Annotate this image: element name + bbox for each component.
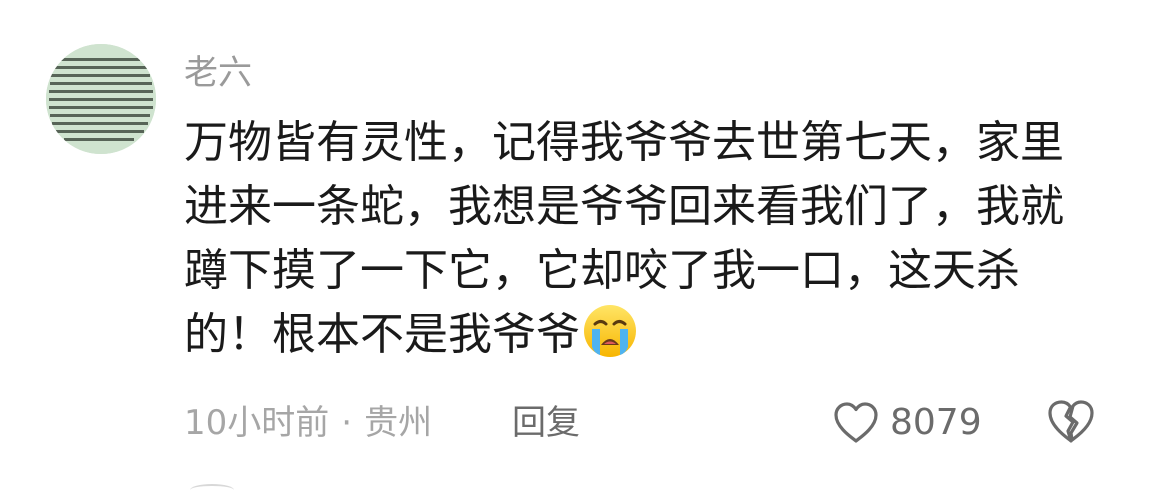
comment-line: 的！根本不是我爷爷 xyxy=(184,309,580,360)
avatar-image xyxy=(46,44,156,154)
meta-separator: · xyxy=(341,403,353,443)
author-name[interactable]: 老六 xyxy=(184,48,252,98)
comment-time: 10小时前 xyxy=(184,403,330,443)
comment-item: 老六 万物皆有灵性，记得我爷爷去世第七天，家里 进来一条蛇，我想是爷爷回来看我们… xyxy=(0,0,1152,489)
dislike-button[interactable] xyxy=(1046,398,1096,446)
comment-line-last: 的！根本不是我爷爷 xyxy=(184,303,1124,367)
comment-meta: 10小时前 · 贵州 xyxy=(184,398,432,448)
comment-line: 万物皆有灵性，记得我爷爷去世第七天，家里 xyxy=(184,117,1064,168)
comment-location: 贵州 xyxy=(364,403,433,443)
heart-icon xyxy=(834,402,878,443)
crying-face-icon xyxy=(584,305,636,357)
avatar[interactable] xyxy=(46,44,156,154)
like-count: 8079 xyxy=(890,402,982,443)
comment-line: 蹲下摸了一下它，它却咬了我一口，这天杀 xyxy=(184,245,1020,296)
comment-content: 万物皆有灵性，记得我爷爷去世第七天，家里 进来一条蛇，我想是爷爷回来看我们了，我… xyxy=(184,111,1124,367)
next-comment-avatar xyxy=(190,484,234,496)
like-button[interactable]: 8079 xyxy=(832,396,982,450)
broken-heart-icon xyxy=(1048,400,1094,443)
comment-line: 进来一条蛇，我想是爷爷回来看我们了，我就 xyxy=(184,181,1064,232)
reply-button[interactable]: 回复 xyxy=(512,398,580,448)
